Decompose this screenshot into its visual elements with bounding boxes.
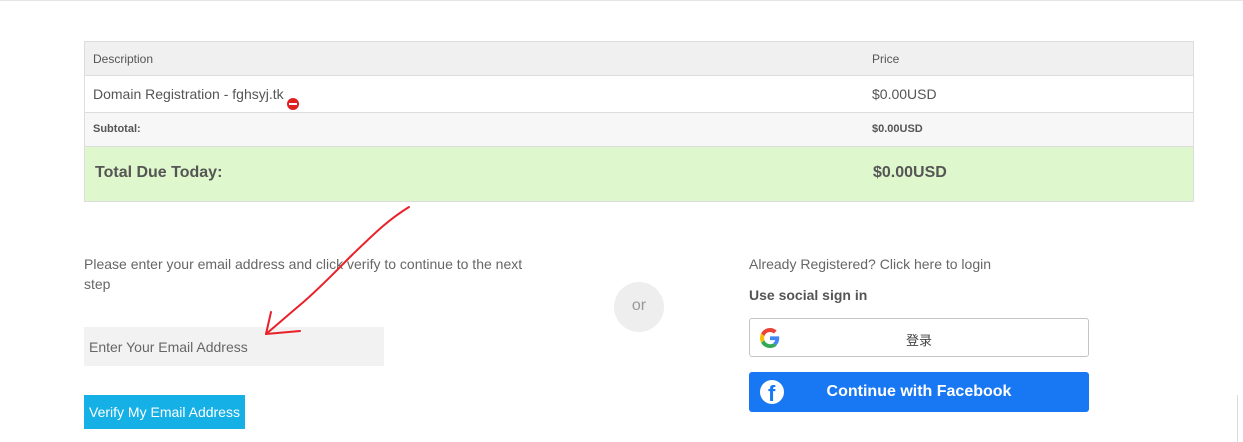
subtotal-value: $0.00USD — [872, 123, 923, 135]
total-value: $0.00USD — [873, 164, 947, 181]
line-item-label: Domain Registration - fghsyj.tk — [93, 86, 284, 102]
scrollbar-edge — [1237, 395, 1243, 442]
google-button-label: 登录 — [905, 334, 932, 349]
total-row: Total Due Today: $0.00USD — [85, 147, 1193, 201]
facebook-sign-in-button[interactable]: f Continue with Facebook — [749, 372, 1089, 412]
line-item-description: Domain Registration - fghsyj.tk — [93, 86, 299, 110]
google-sign-in-button[interactable]: 登录 — [749, 318, 1089, 357]
price-column-header: Price — [872, 52, 900, 66]
or-divider: or — [614, 282, 664, 332]
login-link[interactable]: Already Registered? Click here to login — [749, 254, 991, 274]
subtotal-row: Subtotal: $0.00USD — [85, 113, 1193, 147]
table-row: Domain Registration - fghsyj.tk $0.00USD — [85, 76, 1193, 113]
email-field[interactable] — [84, 327, 384, 366]
line-item-price: $0.00USD — [872, 86, 937, 102]
facebook-button-label: Continue with Facebook — [826, 383, 1012, 400]
verify-instruction-text: Please enter your email address and clic… — [84, 256, 523, 292]
subtotal-label: Subtotal: — [93, 123, 141, 135]
total-label: Total Due Today: — [95, 164, 223, 181]
description-column-header: Description — [93, 52, 154, 66]
remove-circle-icon[interactable] — [286, 98, 299, 110]
social-sign-in-heading: Use social sign in — [749, 287, 868, 303]
top-divider — [0, 0, 1243, 1]
order-summary-table: Description Price Domain Registration - … — [84, 41, 1194, 202]
table-header-row: Description Price — [85, 42, 1193, 76]
verify-email-button[interactable]: Verify My Email Address — [84, 395, 245, 429]
